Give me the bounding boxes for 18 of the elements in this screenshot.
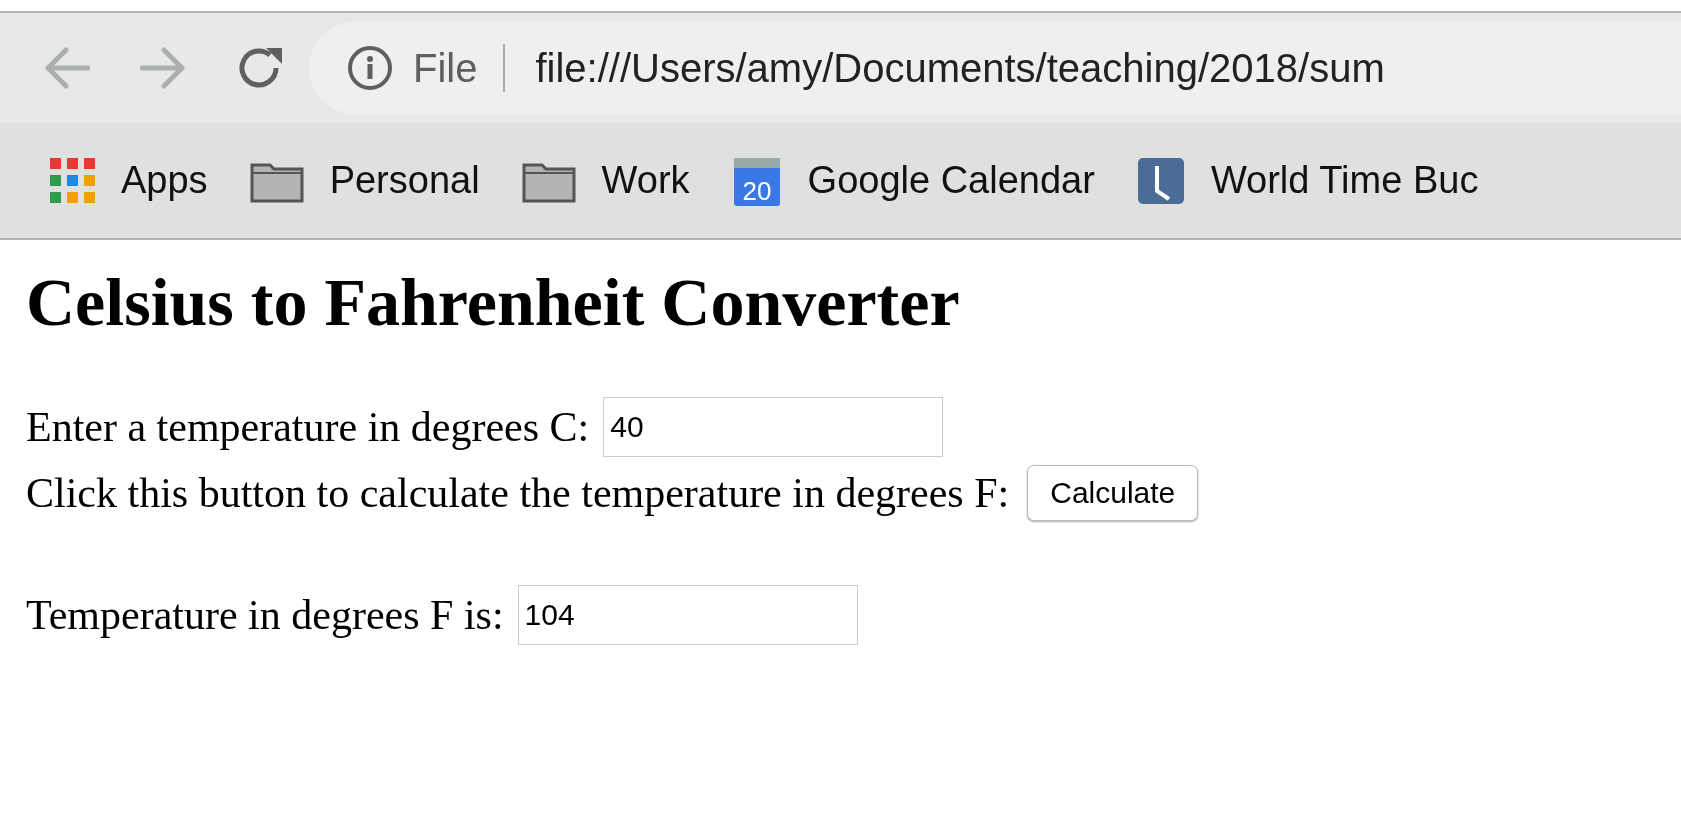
bookmark[interactable]: Work [521, 158, 690, 203]
bookmark[interactable]: Personal [249, 158, 480, 203]
bookmark[interactable]: Apps [50, 158, 208, 203]
url-text: file:///Users/amy/Documents/teaching/2018/sum [535, 45, 1385, 91]
apps-grid-icon [50, 158, 95, 203]
bookmark[interactable]: 20 Google Calendar [731, 153, 1095, 208]
site-info-label: File [413, 45, 478, 91]
address-bar[interactable]: File file:///Users/amy/Documents/teaching/2018/sum [309, 22, 1681, 114]
info-icon[interactable] [347, 45, 393, 91]
field-label: Click this button to calculate the temperature in degrees F: [26, 468, 1010, 517]
field-label: Temperature in degrees F is: [26, 590, 504, 639]
bookmark[interactable]: World Time Buc [1136, 156, 1479, 205]
page-heading: Celsius to Fahrenheit Converter [26, 263, 961, 342]
calculate-button[interactable]: Calculate [1027, 464, 1199, 521]
clock-icon [1136, 156, 1185, 205]
field-label: Enter a temperature in degrees C: [26, 402, 590, 451]
input-field[interactable]: 40 [603, 396, 944, 457]
input-field[interactable]: 104 [517, 584, 858, 645]
